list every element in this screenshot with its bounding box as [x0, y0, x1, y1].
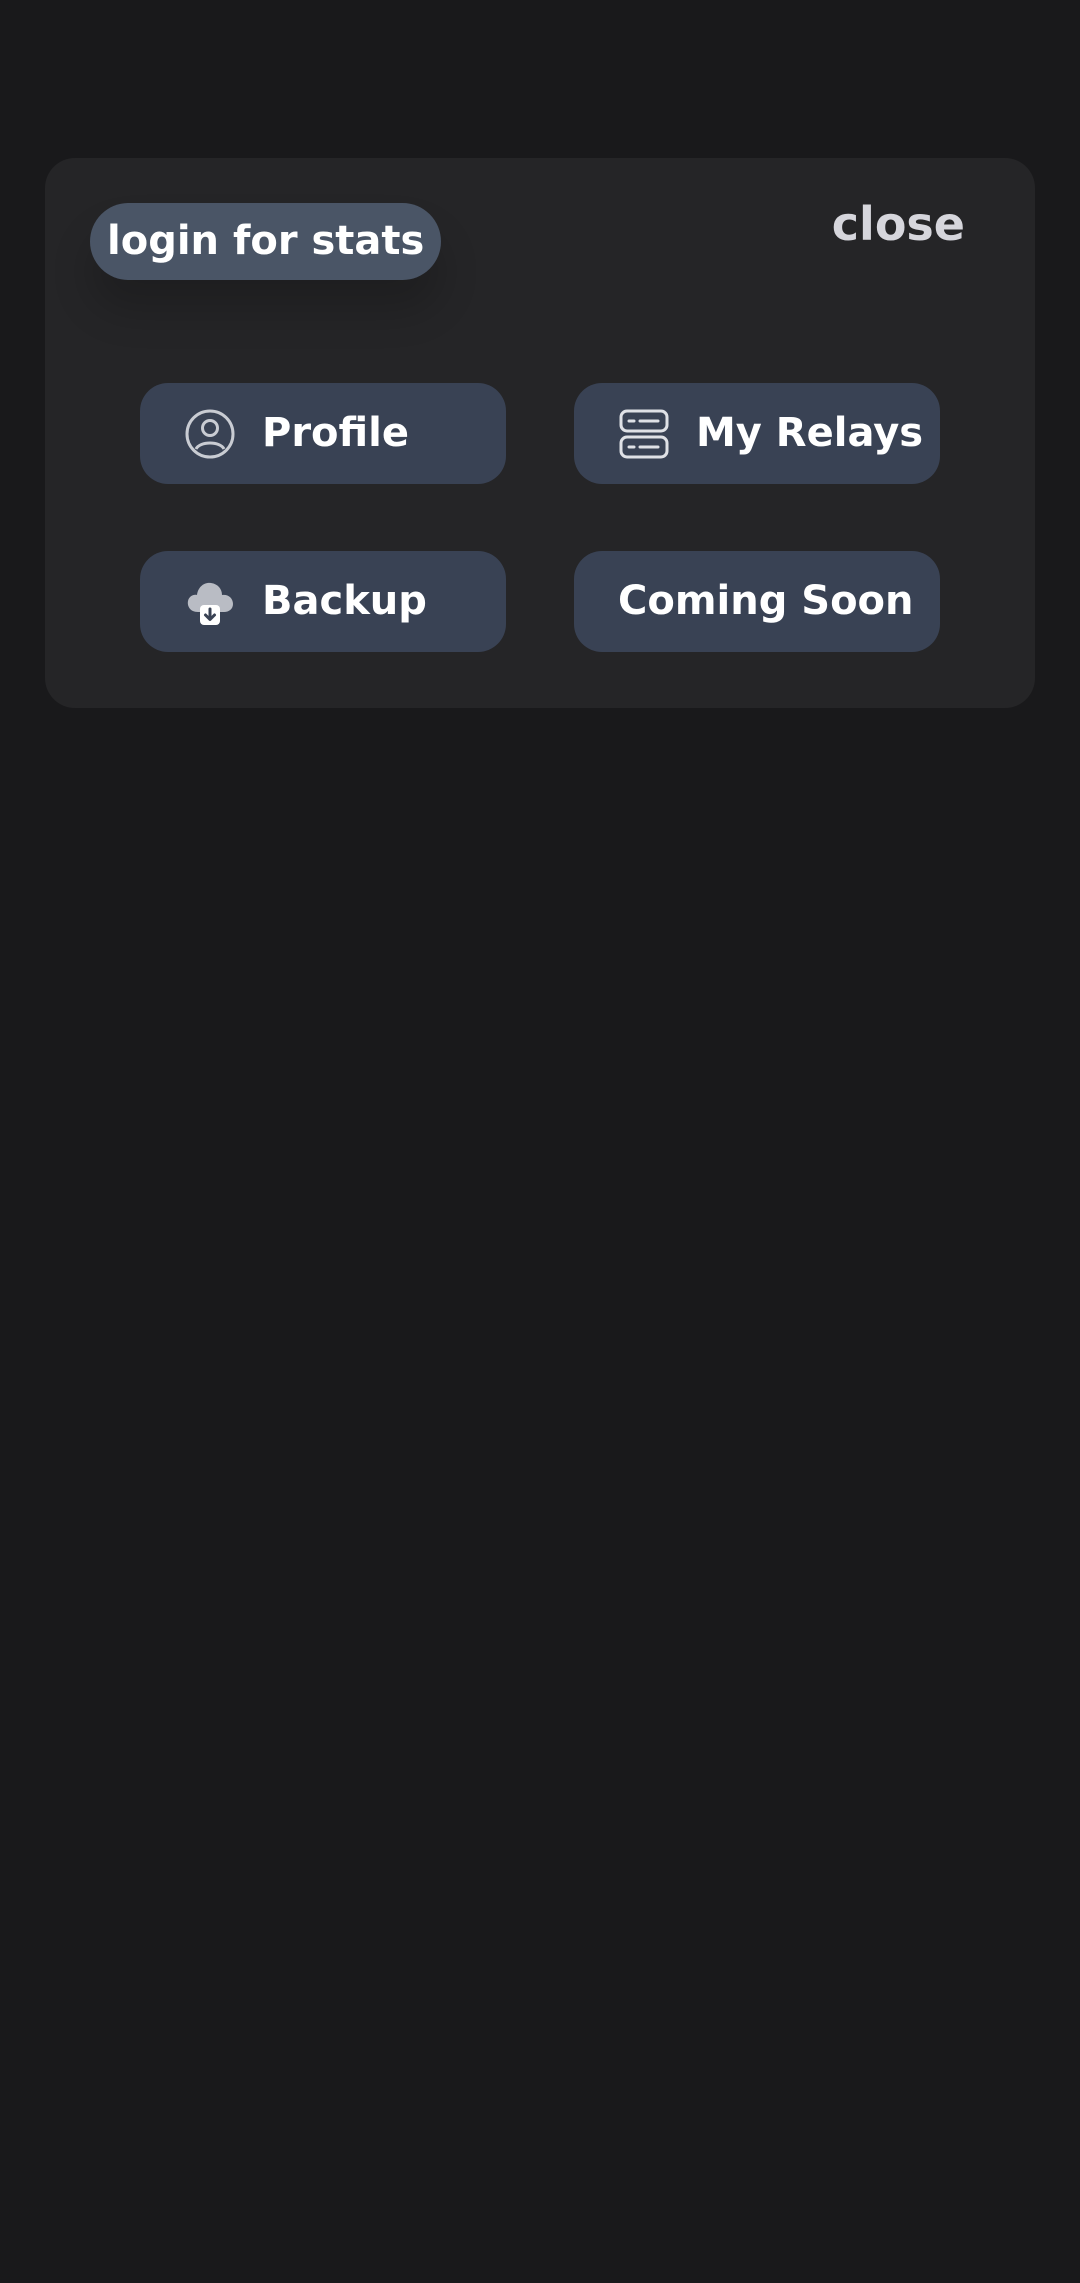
server-icon	[618, 408, 670, 460]
user-circle-icon	[184, 408, 236, 460]
profile-label: Profile	[262, 410, 410, 456]
my-relays-button[interactable]: My Relays	[574, 383, 940, 484]
login-for-stats-button[interactable]: login for stats	[90, 203, 442, 280]
cloud-download-icon	[184, 576, 236, 628]
backup-button[interactable]: Backup	[140, 551, 506, 652]
profile-button[interactable]: Profile	[140, 383, 506, 484]
backup-label: Backup	[262, 578, 427, 624]
coming-soon-label: Coming Soon	[618, 578, 914, 624]
my-relays-label: My Relays	[696, 410, 924, 456]
coming-soon-button[interactable]: Coming Soon	[574, 551, 940, 652]
menu-panel: login for stats close Profile My Relays	[45, 158, 1035, 708]
close-button[interactable]: close	[832, 196, 965, 252]
